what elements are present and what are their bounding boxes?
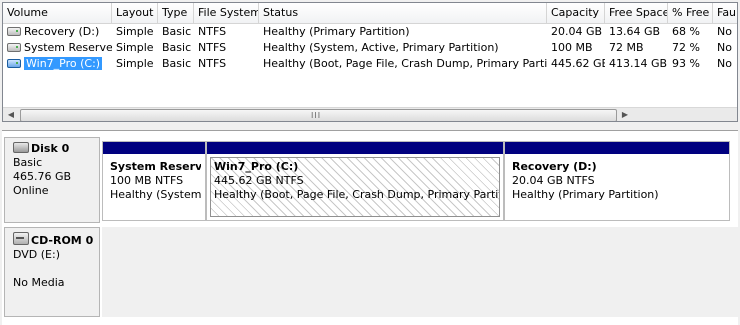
volume-name: Win7_Pro (C:): [24, 57, 103, 70]
partition-name: System Reserved: [110, 160, 202, 173]
horizontal-scrollbar[interactable]: ◀ III ▶: [3, 107, 737, 121]
scroll-right-button[interactable]: ▶: [617, 108, 633, 121]
file-system-cell: NTFS: [198, 41, 227, 54]
volume-row[interactable]: System Reserved Simple Basic NTFS Health…: [3, 40, 737, 56]
column-header-status[interactable]: Status: [259, 3, 547, 23]
cdrom-icon: [13, 232, 29, 245]
capacity-cell: 100 MB: [551, 41, 593, 54]
scrollbar-grip: III: [311, 111, 322, 120]
disk-icon: [13, 142, 29, 153]
fault-tolerance-cell: No: [717, 41, 732, 54]
partition-status: Healthy (System, A: [110, 188, 202, 201]
cdrom-0-media-status: No Media: [13, 276, 65, 289]
volume-row[interactable]: Win7_Pro (C:) Simple Basic NTFS Healthy …: [3, 56, 737, 72]
partition-status: Healthy (Boot, Page File, Crash Dump, Pr…: [214, 188, 500, 201]
column-header-capacity[interactable]: Capacity: [547, 3, 605, 23]
partition-bar: [103, 142, 205, 154]
volume-drive-icon: [7, 59, 21, 68]
volume-name: System Reserved: [24, 41, 112, 54]
column-header-layout[interactable]: Layout: [112, 3, 158, 23]
type-cell: Basic: [162, 25, 192, 38]
free-space-cell: 13.64 GB: [609, 25, 661, 38]
free-space-cell: 72 MB: [609, 41, 644, 54]
free-space-cell: 413.14 GB: [609, 57, 668, 70]
volume-drive-icon: [7, 43, 21, 52]
layout-cell: Simple: [116, 41, 154, 54]
partition-size: 20.04 GB NTFS: [512, 174, 595, 187]
partition-recovery[interactable]: Recovery (D:) 20.04 GB NTFS Healthy (Pri…: [504, 141, 730, 221]
column-header-file-system[interactable]: File System: [194, 3, 259, 23]
disk-title-row: CD-ROM 0: [13, 232, 99, 248]
volume-name: Recovery (D:): [24, 25, 100, 38]
partition-body: System Reserved 100 MB NTFS Healthy (Sys…: [106, 157, 202, 217]
layout-cell: Simple: [116, 25, 154, 38]
partition-size: 100 MB NTFS: [110, 174, 184, 187]
capacity-cell: 20.04 GB: [551, 25, 603, 38]
partition-body: Recovery (D:) 20.04 GB NTFS Healthy (Pri…: [508, 157, 726, 217]
disk-0-title: Disk 0: [31, 142, 70, 155]
partition-status: Healthy (Primary Partition): [512, 188, 659, 201]
status-cell: Healthy (Primary Partition): [263, 25, 410, 38]
partition-system-reserved[interactable]: System Reserved 100 MB NTFS Healthy (Sys…: [102, 141, 206, 221]
cdrom-0-empty-area[interactable]: [102, 227, 738, 317]
scrollbar-thumb[interactable]: III: [20, 109, 617, 121]
column-header-fault-tolerance[interactable]: Fau: [713, 3, 737, 23]
disk-0-label[interactable]: Disk 0 Basic 465.76 GB Online: [4, 137, 100, 223]
volume-list-header: Volume Layout Type File System Status Ca…: [3, 3, 737, 24]
column-header-percent-free[interactable]: % Free: [668, 3, 713, 23]
column-header-type[interactable]: Type: [158, 3, 194, 23]
partition-body-selected: Win7_Pro (C:) 445.62 GB NTFS Healthy (Bo…: [210, 157, 500, 217]
file-system-cell: NTFS: [198, 25, 227, 38]
status-cell: Healthy (System, Active, Primary Partiti…: [263, 41, 499, 54]
disk-0-size: 465.76 GB: [13, 170, 72, 183]
scroll-left-button[interactable]: ◀: [3, 108, 19, 121]
volume-name-cell: Win7_Pro (C:): [3, 56, 112, 72]
percent-free-cell: 93 %: [672, 57, 700, 70]
volume-row[interactable]: Recovery (D:) Simple Basic NTFS Healthy …: [3, 24, 737, 40]
type-cell: Basic: [162, 41, 192, 54]
cdrom-0-drive: DVD (E:): [13, 248, 61, 261]
partition-bar: [207, 142, 503, 154]
partition-win7-pro[interactable]: Win7_Pro (C:) 445.62 GB NTFS Healthy (Bo…: [206, 141, 504, 221]
capacity-cell: 445.62 GB: [551, 57, 605, 70]
disk-0-type: Basic: [13, 156, 43, 169]
disk-graphical-view[interactable]: Disk 0 Basic 465.76 GB Online System Res…: [2, 130, 738, 325]
partition-name: Recovery (D:): [512, 160, 597, 173]
fault-tolerance-cell: No: [717, 57, 732, 70]
column-header-free-space[interactable]: Free Space: [605, 3, 668, 23]
partition-size: 445.62 GB NTFS: [214, 174, 304, 187]
volume-list[interactable]: Volume Layout Type File System Status Ca…: [2, 2, 738, 122]
layout-cell: Simple: [116, 57, 154, 70]
percent-free-cell: 68 %: [672, 25, 700, 38]
disk-0-status: Online: [13, 184, 49, 197]
volume-name-cell: System Reserved: [3, 40, 112, 56]
partition-bar: [505, 142, 729, 154]
disk-title-row: Disk 0: [13, 142, 99, 156]
column-header-volume[interactable]: Volume: [3, 3, 112, 23]
type-cell: Basic: [162, 57, 192, 70]
volume-drive-icon: [7, 27, 21, 36]
cdrom-0-spacer: [13, 262, 99, 276]
percent-free-cell: 72 %: [672, 41, 700, 54]
file-system-cell: NTFS: [198, 57, 227, 70]
status-cell: Healthy (Boot, Page File, Crash Dump, Pr…: [263, 57, 547, 70]
fault-tolerance-cell: No: [717, 25, 732, 38]
volume-name-cell: Recovery (D:): [3, 24, 112, 40]
partition-name: Win7_Pro (C:): [214, 160, 299, 173]
cdrom-0-label[interactable]: CD-ROM 0 DVD (E:) No Media: [4, 227, 100, 317]
cdrom-0-title: CD-ROM 0: [31, 234, 94, 247]
